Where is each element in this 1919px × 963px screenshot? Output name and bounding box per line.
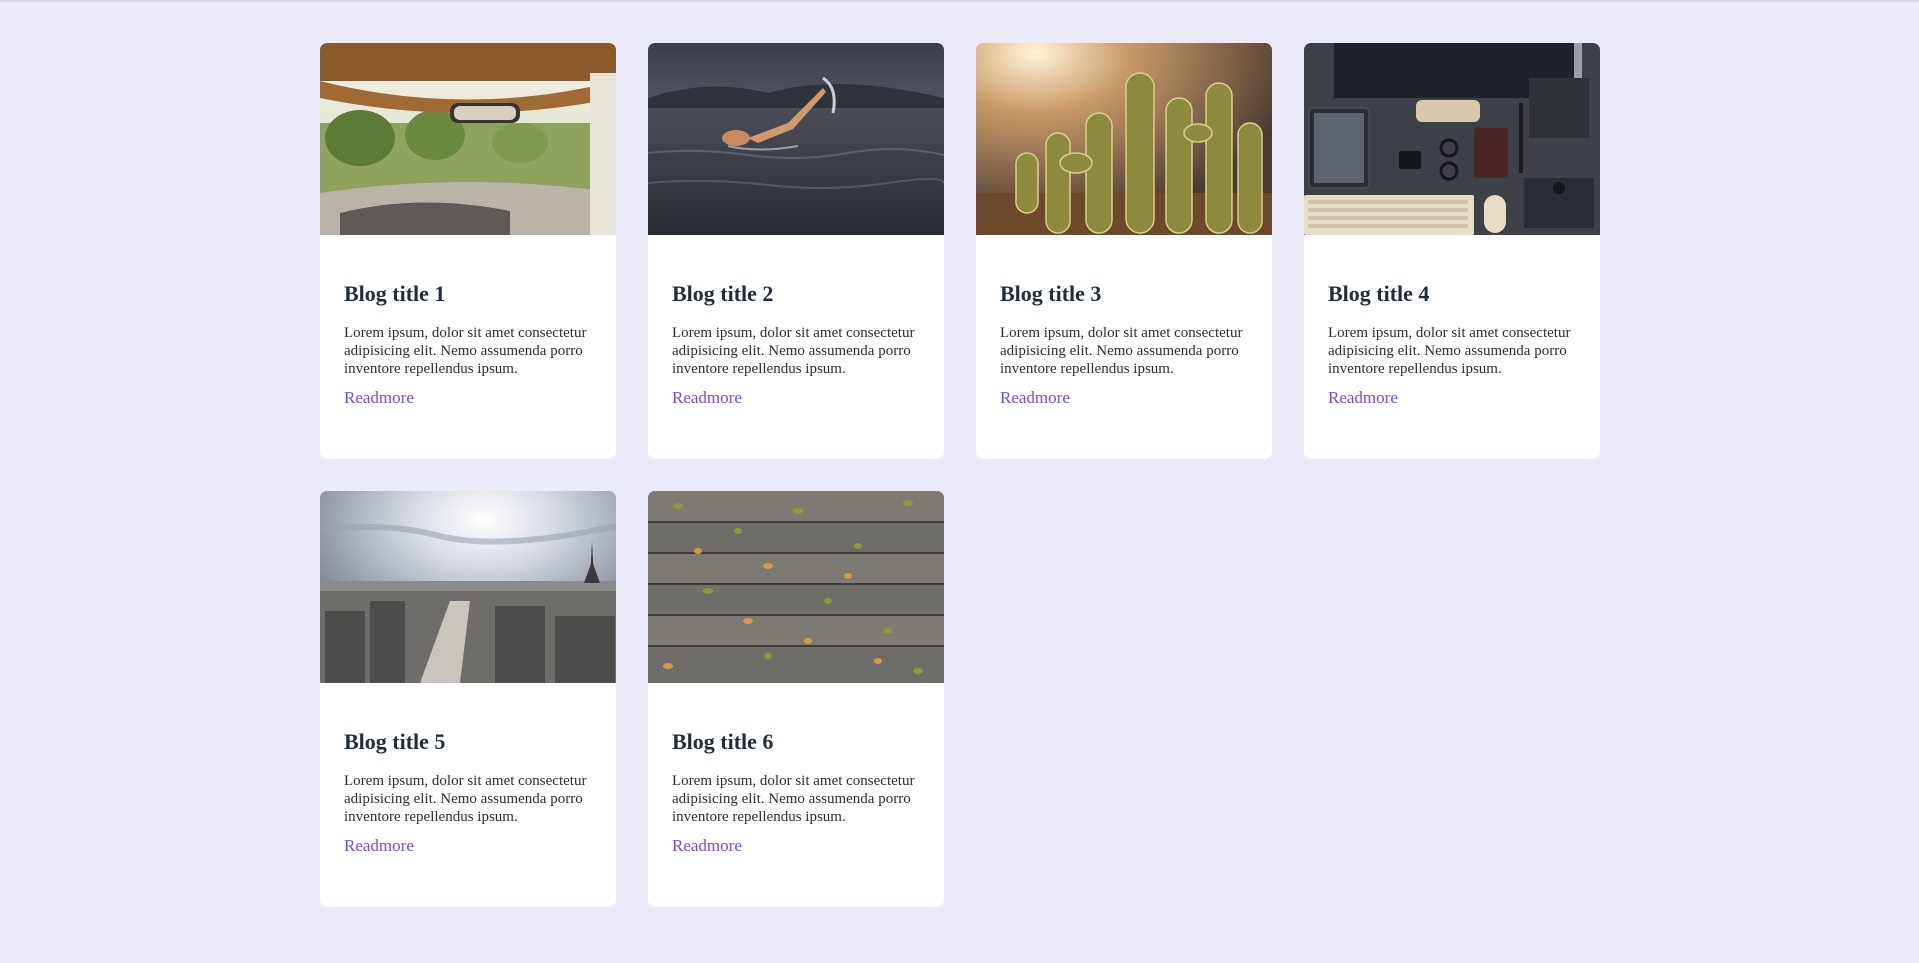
blog-card: Blog title 5 Lorem ipsum, dolor sit amet… (320, 491, 616, 907)
card-title: Blog title 2 (672, 281, 774, 306)
readmore-link[interactable]: Readmore (344, 836, 414, 856)
card-excerpt: Lorem ipsum, dolor sit amet consectetur … (672, 773, 915, 826)
card-title: Blog title 5 (344, 729, 446, 754)
car-interior-photo[interactable] (320, 43, 616, 235)
blog-card: Blog title 2 Lorem ipsum, dolor sit amet… (648, 43, 944, 459)
readmore-link[interactable]: Readmore (344, 388, 414, 408)
readmore-link[interactable]: Readmore (1328, 388, 1398, 408)
card-excerpt: Lorem ipsum, dolor sit amet consectetur … (344, 325, 587, 378)
readmore-link[interactable]: Readmore (672, 836, 742, 856)
top-border (0, 0, 1919, 2)
card-title: Blog title 6 (672, 729, 774, 754)
card-excerpt: Lorem ipsum, dolor sit amet consectetur … (344, 773, 587, 826)
card-excerpt: Lorem ipsum, dolor sit amet consectetur … (1328, 325, 1571, 378)
card-excerpt: Lorem ipsum, dolor sit amet consectetur … (1000, 325, 1243, 378)
desk-flatlay-photo[interactable] (1304, 43, 1600, 235)
readmore-link[interactable]: Readmore (672, 388, 742, 408)
readmore-link[interactable]: Readmore (1000, 388, 1070, 408)
blog-card: Blog title 6 Lorem ipsum, dolor sit amet… (648, 491, 944, 907)
card-title: Blog title 4 (1328, 281, 1430, 306)
cactus-photo[interactable] (976, 43, 1272, 235)
blog-card: Blog title 1 Lorem ipsum, dolor sit amet… (320, 43, 616, 459)
card-excerpt: Lorem ipsum, dolor sit amet consectetur … (672, 325, 915, 378)
card-title: Blog title 1 (344, 281, 446, 306)
blog-grid: Blog title 1 Lorem ipsum, dolor sit amet… (320, 43, 1600, 907)
city-skyline-photo[interactable] (320, 491, 616, 683)
blog-card: Blog title 3 Lorem ipsum, dolor sit amet… (976, 43, 1272, 459)
card-title: Blog title 3 (1000, 281, 1102, 306)
blog-card: Blog title 4 Lorem ipsum, dolor sit amet… (1304, 43, 1600, 459)
swimmer-photo[interactable] (648, 43, 944, 235)
wood-leaves-photo[interactable] (648, 491, 944, 683)
